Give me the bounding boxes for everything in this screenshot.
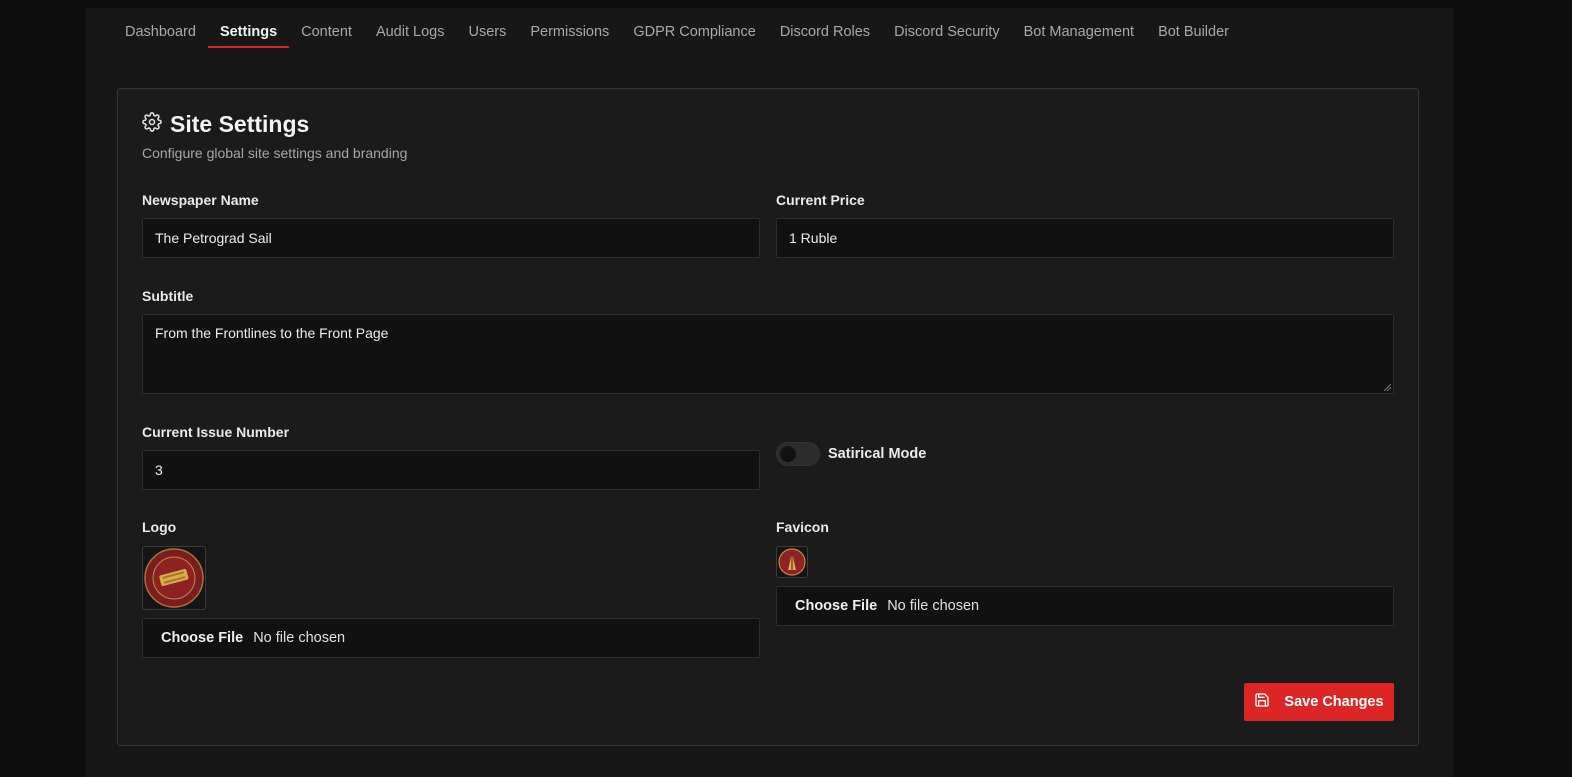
newspaper-name-label: Newspaper Name [142, 192, 259, 208]
admin-nav-tabs: Dashboard Settings Content Audit Logs Us… [113, 22, 1241, 50]
tab-discord-security[interactable]: Discord Security [882, 22, 1012, 48]
subtitle-textarea[interactable]: From the Frontlines to the Front Page [142, 314, 1394, 394]
save-changes-button[interactable]: Save Changes [1244, 683, 1394, 721]
tab-users[interactable]: Users [456, 22, 518, 48]
toggle-knob [780, 446, 796, 462]
admin-shell: Dashboard Settings Content Audit Logs Us… [86, 8, 1454, 777]
resize-grip-icon[interactable] [1383, 383, 1391, 391]
issue-number-label: Current Issue Number [142, 424, 290, 440]
tab-audit-logs[interactable]: Audit Logs [364, 22, 457, 48]
logo-preview [142, 546, 206, 610]
tab-content[interactable]: Content [289, 22, 364, 48]
page-title: Site Settings [170, 111, 310, 137]
tab-discord-roles[interactable]: Discord Roles [768, 22, 882, 48]
satirical-mode-label: Satirical Mode [828, 446, 927, 462]
page-subtitle: Configure global site settings and brand… [142, 145, 408, 161]
logo-file-status: No file chosen [253, 630, 346, 646]
favicon-file-status: No file chosen [887, 598, 980, 614]
satirical-mode-toggle[interactable] [776, 442, 820, 466]
logo-file-input[interactable]: Choose File No file chosen [142, 618, 760, 658]
tab-permissions[interactable]: Permissions [518, 22, 621, 48]
current-price-input[interactable]: 1 Ruble [776, 218, 1394, 258]
favicon-file-input[interactable]: Choose File No file chosen [776, 586, 1394, 626]
current-price-label: Current Price [776, 192, 865, 208]
favicon-choose-file-button[interactable]: Choose File [795, 598, 877, 614]
logo-label: Logo [142, 519, 177, 535]
card-header: Site Settings [142, 111, 309, 138]
tab-gdpr-compliance[interactable]: GDPR Compliance [621, 22, 768, 48]
subtitle-text: From the Frontlines to the Front Page [155, 325, 389, 341]
tab-dashboard[interactable]: Dashboard [113, 22, 208, 48]
newspaper-name-input[interactable]: The Petrograd Sail [142, 218, 760, 258]
favicon-label: Favicon [776, 519, 829, 535]
site-settings-card: Site Settings Configure global site sett… [117, 88, 1419, 746]
favicon-preview [776, 546, 808, 578]
tab-settings[interactable]: Settings [207, 22, 290, 48]
tab-bot-builder[interactable]: Bot Builder [1146, 22, 1241, 48]
subtitle-label: Subtitle [142, 288, 194, 304]
tab-bot-management[interactable]: Bot Management [1012, 22, 1146, 48]
save-icon [1254, 692, 1270, 712]
logo-choose-file-button[interactable]: Choose File [161, 630, 243, 646]
favicon-emblem-icon [778, 548, 806, 576]
gear-icon [142, 112, 162, 137]
issue-number-input[interactable]: 3 [142, 450, 760, 490]
save-changes-label: Save Changes [1284, 694, 1384, 710]
logo-seal-icon [144, 548, 204, 608]
